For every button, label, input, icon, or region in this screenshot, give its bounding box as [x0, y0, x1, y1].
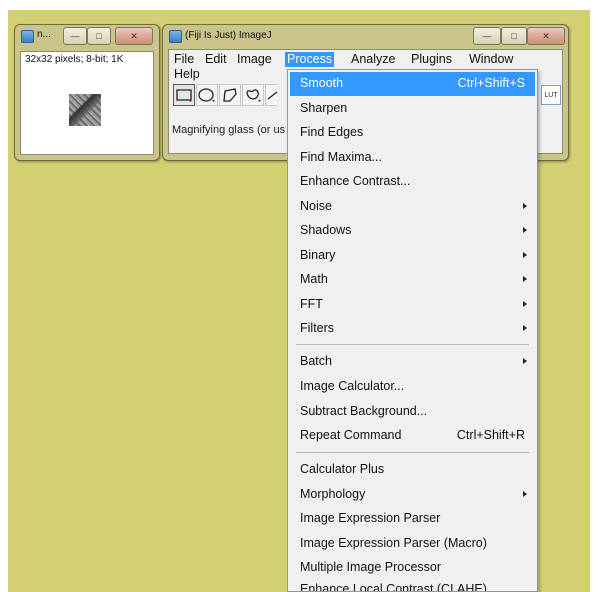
oval-icon: [198, 88, 215, 102]
menu-item-label: FFT: [300, 297, 323, 311]
menu-item-label: Shadows: [300, 223, 352, 237]
submenu-arrow-icon: [523, 203, 527, 209]
image-window-titlebar[interactable]: n... — □ ✕: [15, 25, 159, 49]
menu-separator: [296, 452, 529, 453]
menu-window[interactable]: Window: [467, 52, 515, 67]
submenu-arrow-icon: [523, 358, 527, 364]
menu-edit[interactable]: Edit: [203, 52, 229, 67]
maximize-icon[interactable]: □: [501, 27, 527, 45]
menu-item-label: Sharpen: [300, 101, 348, 115]
menu-item-label: Batch: [300, 354, 332, 368]
menu-analyze[interactable]: Analyze: [349, 52, 397, 67]
menu-item-image-expression-parser[interactable]: Image Expression Parser: [290, 507, 535, 531]
menu-item-multiple-image-processor[interactable]: Multiple Image Processor: [290, 556, 535, 580]
menu-item-filters[interactable]: Filters: [290, 317, 535, 341]
menu-item-label: Multiple Image Processor: [300, 560, 442, 574]
menu-separator: [296, 344, 529, 345]
menu-file[interactable]: File: [172, 52, 196, 67]
menu-item-enhance-local-contrast[interactable]: Enhance Local Contrast (CLAHE): [290, 578, 535, 591]
close-icon[interactable]: ✕: [527, 27, 565, 45]
image-info-text: 32x32 pixels; 8-bit; 1K: [25, 54, 124, 65]
menu-process[interactable]: Process: [285, 52, 335, 67]
minimize-icon[interactable]: —: [63, 27, 87, 45]
menu-item-shadows[interactable]: Shadows: [290, 219, 535, 243]
minimize-icon[interactable]: —: [473, 27, 501, 45]
status-text: Magnifying glass (or us: [172, 124, 286, 136]
line-icon: [267, 91, 278, 100]
menu-item-repeat-command[interactable]: Repeat Command Ctrl+Shift+R: [290, 424, 535, 448]
menu-item-math[interactable]: Math: [290, 268, 535, 292]
menu-item-subtract-background[interactable]: Subtract Background...: [290, 400, 535, 424]
main-window-title: (Fiji Is Just) ImageJ: [185, 30, 272, 41]
close-icon[interactable]: ✕: [115, 27, 153, 45]
submenu-arrow-icon: [523, 276, 527, 282]
lut-label: LUT: [544, 91, 558, 99]
menu-item-label: Smooth: [300, 76, 344, 90]
polygon-tool[interactable]: [219, 84, 241, 106]
menu-plugins[interactable]: Plugins: [409, 52, 454, 67]
menu-item-label: Find Edges: [300, 125, 364, 139]
menu-item-label: Enhance Local Contrast (CLAHE): [300, 582, 487, 591]
menu-item-label: Repeat Command: [300, 428, 402, 442]
menu-item-shortcut: Ctrl+Shift+S: [457, 76, 525, 90]
image-window-title: n...: [37, 29, 51, 40]
submenu-arrow-icon: [523, 491, 527, 497]
menu-item-label: Filters: [300, 321, 335, 335]
fiji-app-icon: [169, 30, 182, 43]
fiji-app-icon: [21, 30, 34, 43]
menu-item-enhance-contrast[interactable]: Enhance Contrast...: [290, 170, 535, 194]
menu-item-label: Subtract Background...: [300, 404, 428, 418]
menu-item-morphology[interactable]: Morphology: [290, 483, 535, 507]
maximize-icon[interactable]: □: [87, 27, 111, 45]
menu-item-batch[interactable]: Batch: [290, 350, 535, 374]
oval-tool[interactable]: [196, 84, 218, 106]
submenu-arrow-icon: [523, 252, 527, 258]
polygon-icon: [223, 88, 237, 102]
rectangle-icon: [176, 89, 192, 102]
menu-item-find-edges[interactable]: Find Edges: [290, 121, 535, 145]
menu-item-label: Morphology: [300, 487, 366, 501]
menu-item-smooth[interactable]: Smooth Ctrl+Shift+S: [290, 72, 535, 96]
image-thumbnail[interactable]: [69, 94, 101, 126]
menu-item-noise[interactable]: Noise: [290, 195, 535, 219]
menu-item-label: Find Maxima...: [300, 150, 382, 164]
image-canvas-area: 32x32 pixels; 8-bit; 1K: [20, 51, 154, 155]
menu-help[interactable]: Help: [172, 67, 202, 82]
menu-item-label: Image Calculator...: [300, 379, 405, 393]
line-tool[interactable]: [265, 84, 278, 106]
rectangle-tool[interactable]: [173, 84, 195, 106]
process-menu-dropdown: Smooth Ctrl+Shift+S Sharpen Find Edges F…: [287, 69, 538, 592]
freehand-icon: [246, 89, 261, 102]
menu-item-image-expression-parser-macro[interactable]: Image Expression Parser (Macro): [290, 532, 535, 556]
menu-item-binary[interactable]: Binary: [290, 244, 535, 268]
menu-item-label: Calculator Plus: [300, 462, 385, 476]
submenu-arrow-icon: [523, 227, 527, 233]
menu-item-calculator-plus[interactable]: Calculator Plus: [290, 458, 535, 482]
submenu-arrow-icon: [523, 325, 527, 331]
menu-item-label: Image Expression Parser: [300, 511, 441, 525]
menu-item-label: Image Expression Parser (Macro): [300, 536, 487, 550]
menu-item-sharpen[interactable]: Sharpen: [290, 97, 535, 121]
menu-item-image-calculator[interactable]: Image Calculator...: [290, 375, 535, 399]
menu-item-label: Math: [300, 272, 328, 286]
menu-item-fft[interactable]: FFT: [290, 293, 535, 317]
image-window[interactable]: n... — □ ✕ 32x32 pixels; 8-bit; 1K: [14, 24, 160, 161]
menu-item-label: Enhance Contrast...: [300, 174, 411, 188]
menu-item-find-maxima[interactable]: Find Maxima...: [290, 146, 535, 170]
freehand-tool[interactable]: [242, 84, 264, 106]
menu-item-label: Noise: [300, 199, 332, 213]
menu-item-label: Binary: [300, 248, 336, 262]
lut-button[interactable]: LUT: [541, 85, 561, 105]
submenu-arrow-icon: [523, 301, 527, 307]
menu-image[interactable]: Image: [235, 52, 274, 67]
menu-item-shortcut: Ctrl+Shift+R: [456, 428, 525, 442]
